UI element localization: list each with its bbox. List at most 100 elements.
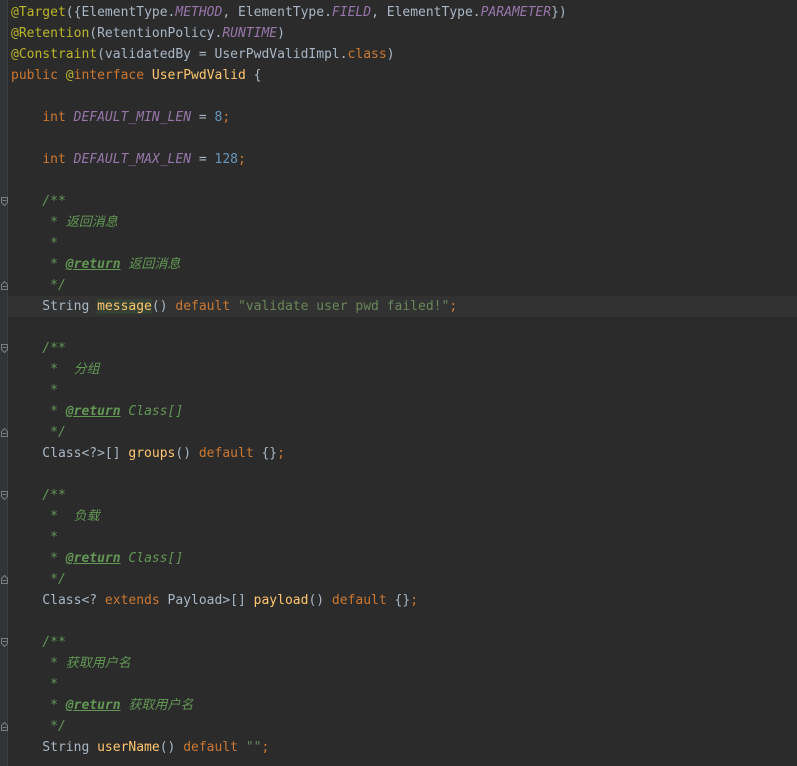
code-line[interactable]: /** [11, 338, 797, 359]
code-line[interactable]: * 返回消息 [11, 212, 797, 233]
code-token: * [11, 551, 66, 566]
code-line[interactable]: */ [11, 569, 797, 590]
code-line[interactable] [11, 170, 797, 191]
code-line[interactable]: * [11, 380, 797, 401]
code-line[interactable]: int DEFAULT_MIN_LEN = 8; [11, 107, 797, 128]
code-token: default [183, 740, 246, 755]
code-line[interactable]: * [11, 527, 797, 548]
code-line[interactable]: String userName() default ""; [11, 737, 797, 758]
code-token: */ [11, 278, 66, 293]
code-token: ; [238, 152, 246, 167]
code-editor[interactable]: @Target({ElementType.METHOD, ElementType… [0, 0, 797, 766]
code-line[interactable]: */ [11, 422, 797, 443]
code-line[interactable] [11, 317, 797, 338]
code-token: * [11, 698, 66, 713]
code-token: FIELD [331, 5, 372, 20]
code-token: String [11, 740, 98, 755]
fold-open-icon[interactable] [1, 197, 8, 206]
code-token: * 分组 [11, 362, 100, 377]
code-token: /** [11, 194, 66, 209]
code-line[interactable] [11, 128, 797, 149]
code-token: Class[] [120, 404, 184, 419]
code-line[interactable]: @Constraint(validatedBy = UserPwdValidIm… [11, 44, 797, 65]
code-line[interactable]: * @return Class[] [11, 401, 797, 422]
code-line[interactable]: Class<? extends Payload>[] payload() def… [11, 590, 797, 611]
code-line[interactable]: int DEFAULT_MAX_LEN = 128; [11, 149, 797, 170]
code-line[interactable]: public @interface UserPwdValid { [11, 65, 797, 86]
code-token: payload [253, 593, 309, 608]
code-token: String [11, 299, 98, 314]
code-token: ; [222, 110, 231, 125]
code-token: */ [11, 719, 66, 734]
code-line[interactable]: /** [11, 485, 797, 506]
code-token: ) [277, 26, 285, 41]
code-token: * [11, 383, 58, 398]
code-line[interactable]: /** [11, 191, 797, 212]
code-token: "validate user pwd failed!" [238, 299, 450, 314]
fold-open-icon[interactable] [1, 344, 8, 353]
code-line[interactable]: * @return Class[] [11, 548, 797, 569]
code-token: int [42, 110, 74, 125]
fold-close-icon[interactable] [1, 428, 8, 437]
fold-open-icon[interactable] [1, 638, 8, 647]
fold-close-icon[interactable] [1, 281, 8, 290]
code-token: @return [65, 404, 121, 419]
fold-close-icon[interactable] [1, 575, 8, 584]
code-token: default [331, 593, 395, 608]
code-token: * [11, 236, 58, 251]
fold-close-icon[interactable] [1, 722, 8, 731]
code-token: interface [73, 68, 152, 83]
code-line[interactable]: * 分组 [11, 359, 797, 380]
code-line[interactable]: @Retention(RetentionPolicy.RUNTIME) [11, 23, 797, 44]
code-token: ) [386, 47, 395, 62]
code-line[interactable] [11, 611, 797, 632]
code-token: = [191, 110, 215, 125]
code-token: /** [11, 635, 66, 650]
code-line[interactable]: * [11, 674, 797, 695]
code-line[interactable]: /** [11, 632, 797, 653]
code-token: @Retention [11, 26, 90, 41]
code-token: message [97, 299, 152, 314]
code-token: @return [65, 257, 121, 272]
code-token: default [198, 446, 262, 461]
code-line[interactable]: @Target({ElementType.METHOD, ElementType… [11, 2, 797, 23]
code-token: @Target [11, 5, 66, 20]
code-token: () [159, 740, 184, 755]
code-token: * 返回消息 [11, 215, 118, 230]
code-line[interactable]: * 获取用户名 [11, 653, 797, 674]
code-line[interactable] [11, 464, 797, 485]
code-token: 返回消息 [120, 257, 181, 272]
code-token: "" [245, 740, 262, 755]
code-token: { [245, 68, 262, 83]
code-token: * 获取用户名 [11, 656, 131, 671]
code-token: Payload>[] [167, 593, 254, 608]
code-token: Class[] [120, 551, 184, 566]
code-token: groups [128, 446, 176, 461]
code-token: * 负载 [11, 509, 100, 524]
code-token: DEFAULT_MIN_LEN [73, 110, 192, 125]
code-line[interactable]: * @return 返回消息 [11, 254, 797, 275]
code-token: @return [65, 551, 121, 566]
code-line[interactable]: Class<?>[] groups() default {}; [11, 443, 797, 464]
code-line[interactable]: */ [11, 275, 797, 296]
code-token: /** [11, 488, 66, 503]
code-token: @return [65, 698, 121, 713]
code-token: () [308, 593, 332, 608]
editor-gutter[interactable] [0, 0, 8, 766]
code-line[interactable] [11, 86, 797, 107]
code-line[interactable]: * 负载 [11, 506, 797, 527]
code-token: , ElementType. [371, 5, 481, 20]
code-line-current[interactable]: String message() default "validate user … [8, 296, 797, 317]
code-token: * [11, 677, 58, 692]
code-token: @Constraint [11, 47, 98, 62]
code-line[interactable]: */ [11, 716, 797, 737]
code-token: * [11, 404, 66, 419]
code-token: class [347, 47, 387, 62]
code-line[interactable]: * [11, 233, 797, 254]
code-token: ; [410, 593, 419, 608]
fold-open-icon[interactable] [1, 491, 8, 500]
code-token: int [42, 152, 74, 167]
code-token: (validatedBy = UserPwdValidImpl. [97, 47, 348, 62]
code-line[interactable]: * @return 获取用户名 [11, 695, 797, 716]
